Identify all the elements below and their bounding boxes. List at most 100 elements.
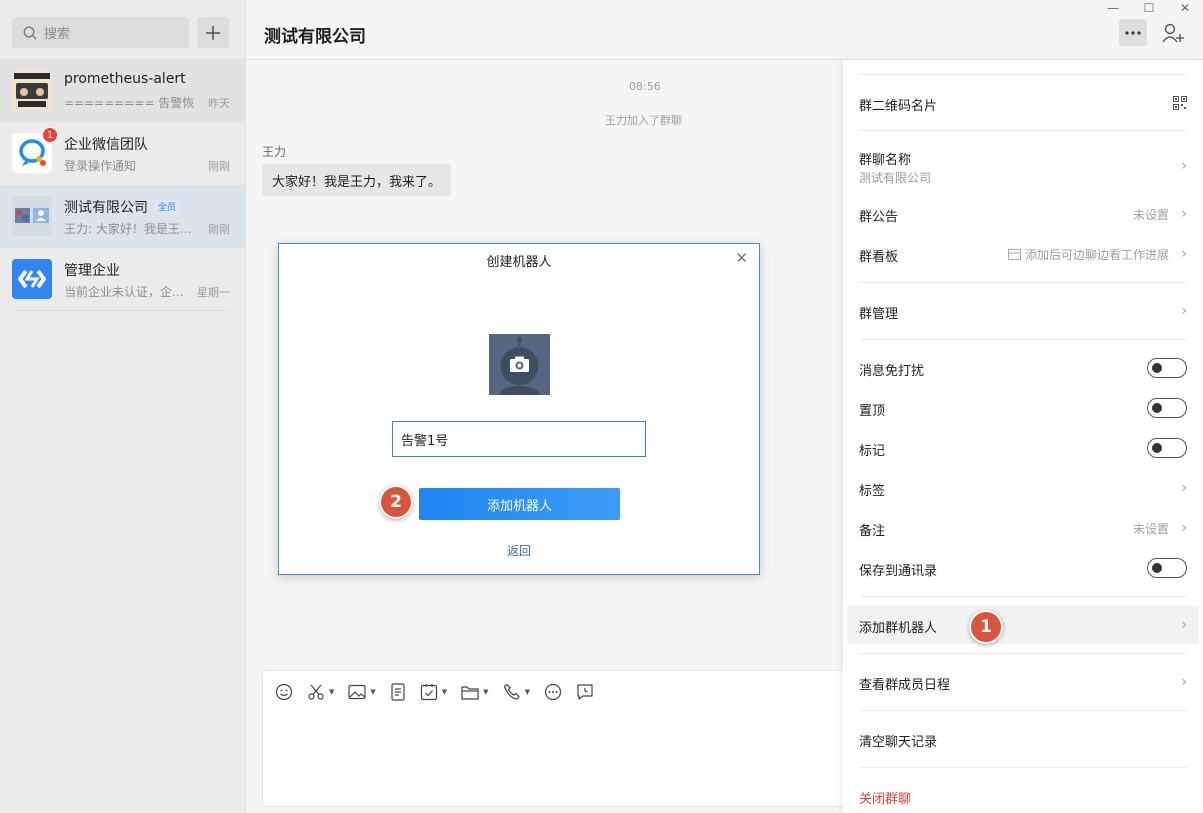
conversation-item[interactable]: prometheus-alert ========= 告警恢... 昨天 xyxy=(0,59,246,122)
chevron-down-icon[interactable]: ▼ xyxy=(483,688,488,696)
chevron-right-icon: › xyxy=(1181,520,1187,536)
chat-record-button[interactable] xyxy=(576,683,594,701)
chat-bubble-icon xyxy=(577,684,593,700)
close-icon[interactable]: ✕ xyxy=(1167,0,1203,16)
conversation-preview: 当前企业未认证，企... xyxy=(64,285,184,299)
more-circle-icon xyxy=(544,683,562,701)
qr-code-icon xyxy=(1173,96,1187,110)
conversation-name: 管理企业 xyxy=(64,263,120,279)
emoji-button[interactable] xyxy=(275,683,293,701)
board-label: 群看板 xyxy=(859,250,899,265)
create-robot-dialog: 创建机器人 ✕ 告警1号 添加机器人 返回 xyxy=(278,243,760,575)
add-button[interactable] xyxy=(197,17,229,48)
system-message: 王力加入了群聊 xyxy=(605,114,682,127)
document-button[interactable] xyxy=(390,683,406,701)
save-contacts-label: 保存到通讯录 xyxy=(859,564,938,579)
conversation-time: 刚刚 xyxy=(208,223,230,236)
mute-label: 消息免打扰 xyxy=(859,364,925,379)
more-icon xyxy=(1125,30,1141,35)
clear-history-label: 清空聊天记录 xyxy=(859,735,938,750)
time-divider: 08:56 xyxy=(629,80,661,93)
divider xyxy=(859,130,1187,131)
conversation-time: 星期一 xyxy=(197,286,230,299)
add-robot-button[interactable]: 添加机器人 xyxy=(419,488,620,520)
robot-icon xyxy=(489,334,550,395)
chevron-right-icon: › xyxy=(1181,303,1187,319)
task-button[interactable]: ▼ xyxy=(420,683,447,701)
message-bubble: 大家好！我是王力，我来了。 xyxy=(262,164,452,196)
divider xyxy=(859,74,1187,75)
board-value: 添加后可边聊边看工作进展 xyxy=(1007,246,1169,263)
chevron-right-icon: › xyxy=(1181,674,1187,690)
step-badge-1: 1 xyxy=(969,610,1003,644)
chevron-right-icon: › xyxy=(1181,480,1187,496)
back-link[interactable]: 返回 xyxy=(279,542,759,559)
robot-name-input[interactable]: 告警1号 xyxy=(392,421,646,457)
folder-button[interactable]: ▼ xyxy=(461,684,489,700)
divider xyxy=(859,710,1187,711)
mark-toggle[interactable] xyxy=(1147,438,1187,458)
composer-toolbar: ▼ ▼ ▼ ▼ ▼ xyxy=(275,683,608,701)
conversation-name: 测试有限公司 全员 xyxy=(64,197,181,217)
chat-title: 测试有限公司 xyxy=(264,27,366,47)
board-icon xyxy=(1007,249,1021,260)
conversation-preview: 王力: 大家好！我是王... xyxy=(64,222,192,236)
pin-label: 置顶 xyxy=(859,404,886,419)
add-user-icon xyxy=(1162,23,1184,42)
conversation-name: 企业微信团队 xyxy=(64,137,148,153)
announcement-label: 群公告 xyxy=(859,210,899,225)
all-members-tag: 全员 xyxy=(154,199,181,214)
close-icon[interactable]: ✕ xyxy=(735,249,748,267)
dialog-title: 创建机器人 xyxy=(486,255,552,270)
avatar xyxy=(12,259,52,299)
chevron-down-icon[interactable]: ▼ xyxy=(442,688,447,696)
conversation-name: prometheus-alert xyxy=(64,71,186,87)
chevron-down-icon[interactable]: ▼ xyxy=(329,688,334,696)
divider xyxy=(859,339,1187,340)
more-button[interactable] xyxy=(1119,19,1147,46)
chevron-down-icon[interactable]: ▼ xyxy=(525,688,530,696)
search-input[interactable]: 搜索 xyxy=(12,17,189,48)
emoji-icon xyxy=(275,683,293,701)
minimize-icon[interactable]: — xyxy=(1095,0,1131,16)
save-contacts-toggle[interactable] xyxy=(1147,558,1187,578)
qr-card-label: 群二维码名片 xyxy=(859,99,938,114)
remark-value: 未设置 xyxy=(1132,522,1169,536)
divider xyxy=(12,310,230,311)
more-tools-button[interactable] xyxy=(544,683,562,701)
group-info-panel: 群二维码名片 群聊名称 测试有限公司 › 群公告 未设置 › 群看板 添加后可边… xyxy=(843,60,1203,813)
checklist-icon xyxy=(420,684,437,701)
mute-toggle[interactable] xyxy=(1147,358,1187,378)
search-placeholder: 搜索 xyxy=(44,27,71,42)
chevron-right-icon: › xyxy=(1181,206,1187,222)
avatar xyxy=(12,196,52,236)
conversation-item[interactable]: 管理企业 当前企业未认证，企... 星期一 xyxy=(0,248,246,311)
plus-icon xyxy=(206,25,220,40)
robot-avatar-upload[interactable] xyxy=(489,334,550,395)
chevron-right-icon: › xyxy=(1181,246,1187,262)
chevron-down-icon[interactable]: ▼ xyxy=(370,688,375,696)
divider xyxy=(859,596,1187,597)
conversation-preview: ========= 告警恢... xyxy=(64,96,194,110)
folder-icon xyxy=(461,686,479,700)
message-composer[interactable]: ▼ ▼ ▼ ▼ ▼ xyxy=(262,670,852,807)
add-member-button[interactable] xyxy=(1159,19,1187,46)
conversation-item[interactable]: 1 企业微信团队 登录操作通知 刚刚 xyxy=(0,122,246,185)
conversation-item[interactable]: 测试有限公司 全员 王力: 大家好！我是王... 刚刚 xyxy=(0,185,246,248)
step-badge-2: 2 xyxy=(379,485,413,519)
pin-toggle[interactable] xyxy=(1147,398,1187,418)
call-button[interactable]: ▼ xyxy=(503,683,530,701)
screenshot-button[interactable]: ▼ xyxy=(307,683,334,701)
group-name-row[interactable]: 群聊名称 测试有限公司 › xyxy=(859,149,1187,185)
scissors-icon xyxy=(308,684,324,700)
avatar xyxy=(12,70,52,110)
window-controls: — ☐ ✕ xyxy=(1095,0,1203,16)
mark-label: 标记 xyxy=(859,444,886,459)
maximize-icon[interactable]: ☐ xyxy=(1131,0,1167,16)
remark-label: 备注 xyxy=(859,524,886,539)
image-icon xyxy=(348,684,366,700)
image-button[interactable]: ▼ xyxy=(348,684,376,700)
tags-label: 标签 xyxy=(859,484,886,499)
schedule-label: 查看群成员日程 xyxy=(859,678,951,693)
conversation-time: 刚刚 xyxy=(208,160,230,173)
